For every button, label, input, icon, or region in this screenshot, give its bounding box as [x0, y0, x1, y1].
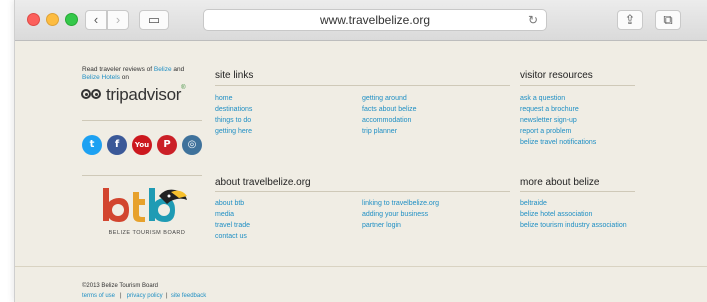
- reload-icon[interactable]: ↻: [528, 10, 538, 30]
- link-home[interactable]: home: [215, 93, 252, 104]
- divider: [215, 85, 510, 86]
- browser-window: ‹ › ▭ www.travelbelize.org ↻ ⇪ ⧉ Read tr…: [14, 0, 707, 302]
- forward-button[interactable]: ›: [107, 10, 129, 30]
- link-travel-trade[interactable]: travel trade: [215, 220, 250, 231]
- link-hotel-association[interactable]: belize hotel association: [520, 209, 627, 220]
- site-links-col2: getting around facts about belize accomm…: [362, 93, 416, 137]
- link-adding-business[interactable]: adding your business: [362, 209, 439, 220]
- more-about-heading: more about belize: [520, 177, 600, 188]
- link-site-feedback[interactable]: site feedback: [171, 293, 206, 299]
- link-beltraide[interactable]: beltraide: [520, 198, 627, 209]
- link-newsletter-signup[interactable]: newsletter sign-up: [520, 115, 596, 126]
- social-links: t f You P ◎: [82, 135, 202, 155]
- instagram-icon[interactable]: ◎: [182, 135, 202, 155]
- tripadvisor-prefix: Read traveler reviews of: [82, 66, 154, 73]
- show-tabs-button[interactable]: ⧉: [655, 10, 681, 30]
- facebook-icon[interactable]: f: [107, 135, 127, 155]
- sidebar-toggle-button[interactable]: ▭: [139, 10, 169, 30]
- footer-separator: |: [165, 293, 168, 299]
- pinterest-icon[interactable]: P: [157, 135, 177, 155]
- back-button[interactable]: ‹: [85, 10, 107, 30]
- address-bar[interactable]: www.travelbelize.org ↻: [203, 9, 547, 31]
- share-button[interactable]: ⇪: [617, 10, 643, 30]
- link-things-to-do[interactable]: things to do: [215, 115, 252, 126]
- belize-reviews-link[interactable]: Belize: [154, 66, 172, 73]
- link-privacy-policy[interactable]: privacy policy: [127, 293, 163, 299]
- tripadvisor-blurb: Read traveler reviews of Belize and Beliz…: [82, 66, 207, 82]
- zoom-window-button[interactable]: [65, 13, 78, 26]
- link-destinations[interactable]: destinations: [215, 104, 252, 115]
- link-request-a-brochure[interactable]: request a brochure: [520, 104, 596, 115]
- divider: [520, 85, 635, 86]
- belize-hotels-link[interactable]: Belize Hotels: [82, 74, 120, 81]
- chevron-right-icon: ›: [115, 12, 121, 27]
- link-facts-about-belize[interactable]: facts about belize: [362, 104, 416, 115]
- link-getting-here[interactable]: getting here: [215, 126, 252, 137]
- divider: [215, 191, 510, 192]
- page-footer-area: Read traveler reviews of Belize and Beliz…: [15, 41, 707, 302]
- link-linking[interactable]: linking to travelbelize.org: [362, 198, 439, 209]
- owl-icon: [81, 88, 103, 102]
- visitor-resources-heading: visitor resources: [520, 70, 593, 81]
- link-report-a-problem[interactable]: report a problem: [520, 126, 596, 137]
- footer-links: terms of use | privacy policy | site fee…: [82, 293, 206, 299]
- site-links-col1: home destinations things to do getting h…: [215, 93, 252, 137]
- link-trip-planner[interactable]: trip planner: [362, 126, 416, 137]
- twitter-icon[interactable]: t: [82, 135, 102, 155]
- copyright-text: ©2013 Belize Tourism Board: [82, 283, 159, 289]
- close-window-button[interactable]: [27, 13, 40, 26]
- sidebar-icon: ▭: [147, 12, 161, 27]
- about-col2: linking to travelbelize.org adding your …: [362, 198, 439, 231]
- site-links-heading: site links: [215, 70, 254, 81]
- footer-separator: |: [120, 293, 122, 299]
- link-ask-a-question[interactable]: ask a question: [520, 93, 596, 104]
- visitor-resources-list: ask a question request a brochure newsle…: [520, 93, 596, 148]
- link-media[interactable]: media: [215, 209, 250, 220]
- link-getting-around[interactable]: getting around: [362, 93, 416, 104]
- browser-toolbar: ‹ › ▭ www.travelbelize.org ↻ ⇪ ⧉: [15, 0, 707, 41]
- tripadvisor-suffix: on: [119, 74, 129, 81]
- divider: [82, 175, 202, 176]
- divider: [82, 120, 202, 121]
- tabs-icon: ⧉: [663, 12, 673, 27]
- tripadvisor-wordmark: tripadvisor®: [106, 85, 186, 104]
- about-col1: about btb media travel trade contact us: [215, 198, 250, 242]
- tripadvisor-and: and: [171, 66, 185, 73]
- youtube-icon[interactable]: You: [132, 135, 152, 155]
- minimize-window-button[interactable]: [46, 13, 59, 26]
- link-about-btb[interactable]: about btb: [215, 198, 250, 209]
- link-travel-notifications[interactable]: belize travel notifications: [520, 137, 596, 148]
- divider: [520, 191, 635, 192]
- link-contact-us[interactable]: contact us: [215, 231, 250, 242]
- link-partner-login[interactable]: partner login: [362, 220, 439, 231]
- tripadvisor-logo[interactable]: tripadvisor®: [81, 85, 186, 105]
- more-about-list: beltraide belize hotel association beliz…: [520, 198, 627, 231]
- footer-divider: [15, 266, 707, 267]
- btb-caption: BELIZE TOURISM BOARD: [108, 230, 186, 236]
- chevron-left-icon: ‹: [93, 12, 99, 27]
- about-heading: about travelbelize.org: [215, 177, 311, 188]
- url-text: www.travelbelize.org: [319, 13, 431, 27]
- share-icon: ⇪: [624, 12, 636, 27]
- link-terms-of-use[interactable]: terms of use: [82, 293, 115, 299]
- link-tourism-industry-association[interactable]: belize tourism industry association: [520, 220, 627, 231]
- link-accommodation[interactable]: accommodation: [362, 115, 416, 126]
